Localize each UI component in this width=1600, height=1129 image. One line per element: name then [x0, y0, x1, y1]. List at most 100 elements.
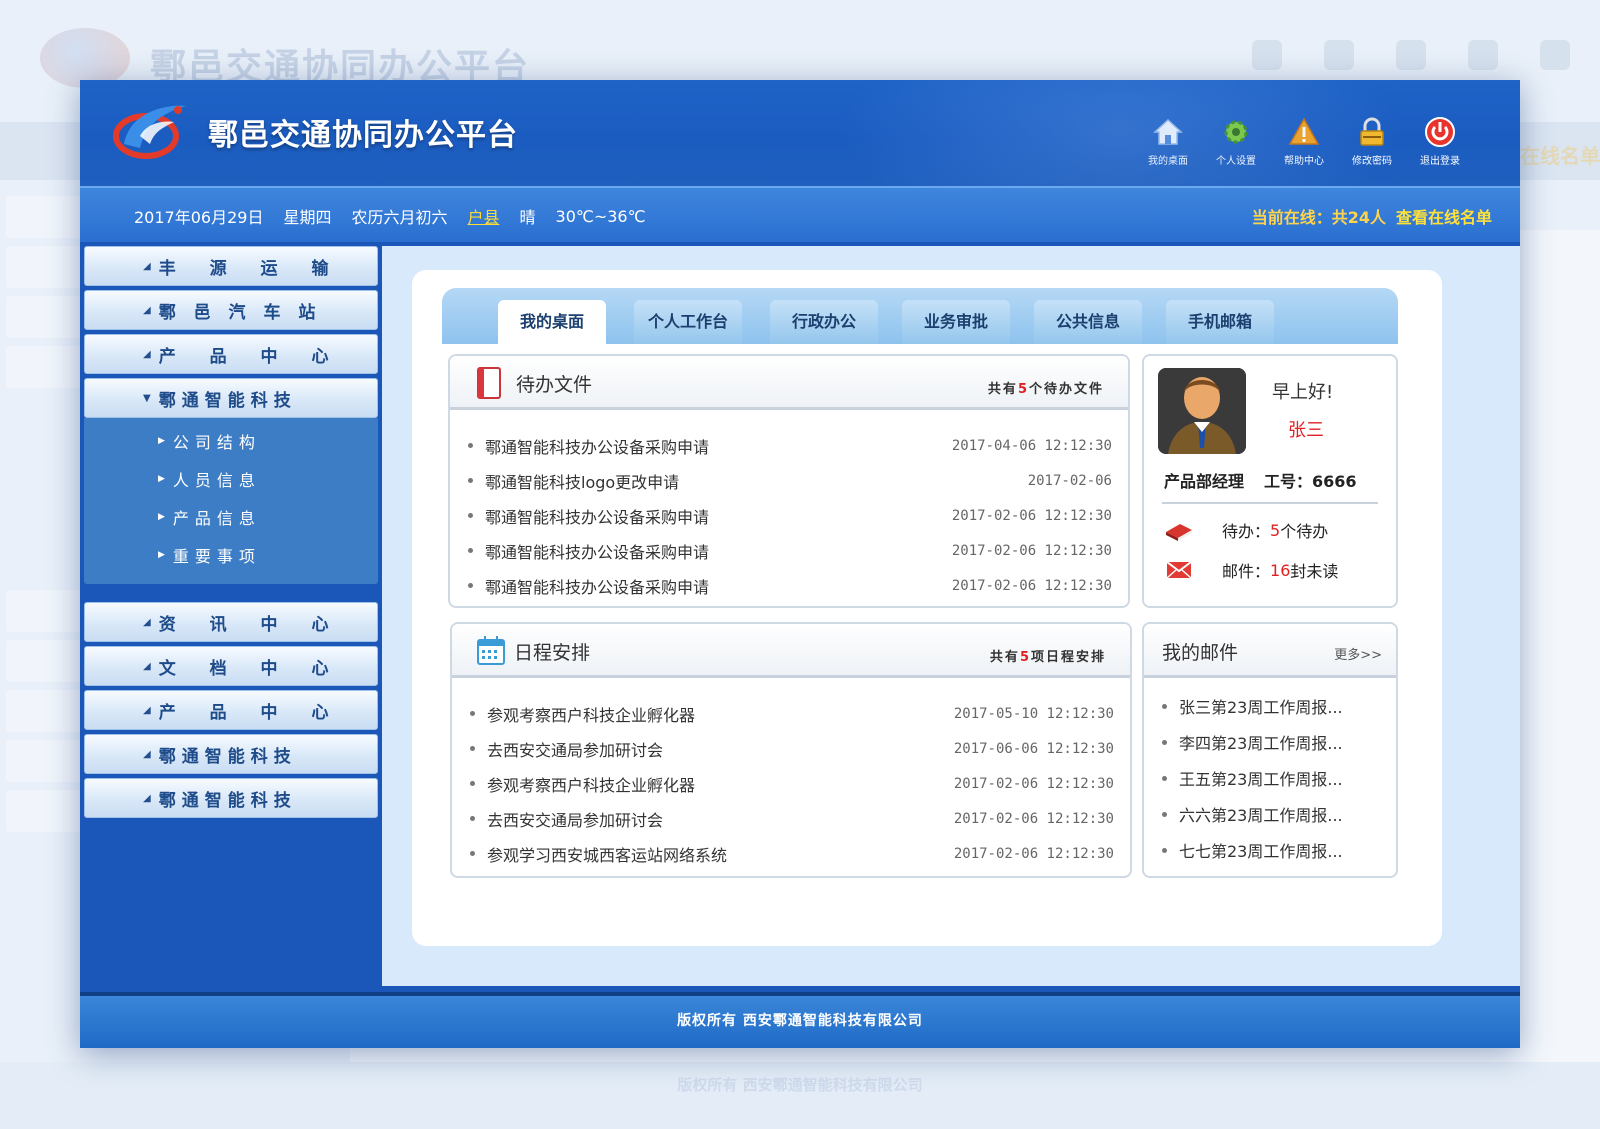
- lock-icon: [1360, 117, 1384, 146]
- schedule-item-time: 2017-06-06 12:12:30: [953, 740, 1114, 757]
- help-center-button[interactable]: 帮助中心: [1280, 116, 1328, 167]
- change-password-button[interactable]: 修改密码: [1348, 116, 1396, 167]
- weather-text: 晴: [519, 208, 536, 227]
- count-number: 5: [1019, 650, 1031, 665]
- my-desktop-button[interactable]: 我的桌面: [1144, 116, 1192, 167]
- sidebar-item-label: 鄠通智能科技: [158, 390, 297, 411]
- sidebar-item-huyi-station[interactable]: ◢ 鄠 邑 汽 车 站: [84, 290, 378, 330]
- sidebar: ◢ 丰 源 运 输 ◢ 鄠 邑 汽 车 站 ◢ 产 品 中 心 ▼ 鄠通智能科技 ▶ 公司…: [84, 246, 378, 822]
- list-item[interactable]: 鄠通智能科技办公设备采购申请 2017-02-06 12:12:30: [468, 533, 1112, 568]
- mail-panel-header: 我的邮件 更多>>: [1144, 624, 1396, 678]
- submenu-staff-info[interactable]: ▶ 人员信息: [84, 460, 378, 498]
- ghost-icons: [1252, 40, 1570, 70]
- list-item[interactable]: 参观考察西户科技企业孵化器 2017-02-06 12:12:30: [470, 766, 1114, 801]
- sidebar-item-product-center-2[interactable]: ◢ 产 品 中 心: [84, 690, 378, 730]
- bullet-icon: [470, 746, 475, 751]
- sidebar-item-document-center[interactable]: ◢ 文 档 中 心: [84, 646, 378, 686]
- caret-right-icon: ▶: [158, 512, 165, 522]
- list-item[interactable]: 鄠通智能科技logo更改申请 2017-02-06: [468, 463, 1112, 498]
- todo-item-text[interactable]: 鄠通智能科技办公设备采购申请: [485, 574, 952, 598]
- gear-icon: [1224, 120, 1248, 144]
- app-title: 鄠邑交通协同办公平台: [208, 118, 518, 153]
- tab-mobile-mail[interactable]: 手机邮箱: [1166, 300, 1274, 344]
- mail-item-text[interactable]: 七七第23周工作周报...: [1179, 838, 1380, 862]
- list-item[interactable]: 鄠通智能科技办公设备采购申请 2017-02-06 12:12:30: [468, 568, 1112, 603]
- count-suffix: 个待办文件: [1028, 382, 1104, 397]
- ghost-logo: [40, 28, 130, 88]
- todo-item-text[interactable]: 鄠通智能科技logo更改申请: [485, 469, 1028, 493]
- ghost-side: [6, 590, 86, 632]
- mail-item-text[interactable]: 张三第23周工作周报...: [1179, 694, 1380, 718]
- submenu-important-items[interactable]: ▶ 重要事项: [84, 536, 378, 574]
- list-item[interactable]: 鄠通智能科技办公设备采购申请 2017-04-06 12:12:30: [468, 428, 1112, 463]
- sidebar-item-label: 丰 源 运 输: [158, 258, 343, 279]
- tab-personal-workbench[interactable]: 个人工作台: [634, 300, 742, 344]
- tabs-bar: 我的桌面 个人工作台 行政办公 业务审批 公共信息 手机邮箱: [442, 288, 1398, 344]
- todo-item-text[interactable]: 鄠通智能科技办公设备采购申请: [485, 434, 952, 458]
- mail-stat-unit: 封未读: [1290, 562, 1339, 581]
- personal-settings-button[interactable]: 个人设置: [1212, 116, 1260, 167]
- sidebar-item-news-center[interactable]: ◢ 资 讯 中 心: [84, 602, 378, 642]
- ghost-side: [6, 196, 86, 238]
- triangle-icon: ◢: [143, 660, 151, 672]
- schedule-item-text[interactable]: 参观考察西户科技企业孵化器: [487, 772, 954, 796]
- mail-more-link[interactable]: 更多>>: [1334, 644, 1382, 663]
- todo-item-text[interactable]: 鄠通智能科技办公设备采购申请: [485, 504, 952, 528]
- app-logo-icon: [113, 105, 186, 159]
- lunar-date-text: 农历六月初六: [351, 208, 448, 227]
- tab-administration[interactable]: 行政办公: [770, 300, 878, 344]
- triangle-icon: ◢: [143, 260, 151, 272]
- bullet-icon: [470, 851, 475, 856]
- tab-my-desktop[interactable]: 我的桌面: [498, 300, 606, 344]
- tab-public-info[interactable]: 公共信息: [1034, 300, 1142, 344]
- list-item[interactable]: 张三第23周工作周报...: [1162, 688, 1380, 724]
- todo-item-time: 2017-02-06 12:12:30: [951, 542, 1112, 559]
- list-item[interactable]: 鄠通智能科技办公设备采购申请 2017-02-06 12:12:30: [468, 498, 1112, 533]
- ghost-side: [6, 640, 86, 682]
- list-item[interactable]: 去西安交通局参加研讨会 2017-02-06 12:12:30: [470, 801, 1114, 836]
- personal-settings-label: 个人设置: [1216, 156, 1256, 167]
- list-item[interactable]: 李四第23周工作周报...: [1162, 724, 1380, 760]
- sidebar-item-hutong-tech-2[interactable]: ◢ 鄠通智能科技: [84, 734, 378, 774]
- list-item[interactable]: 七七第23周工作周报...: [1162, 832, 1380, 868]
- bullet-icon: [1162, 703, 1167, 709]
- mail-stat[interactable]: 邮件： 16 封未读: [1164, 558, 1338, 582]
- date-text: 2017年06月29日: [134, 208, 264, 227]
- list-item[interactable]: 六六第23周工作周报...: [1162, 796, 1380, 832]
- mail-item-text[interactable]: 王五第23周工作周报...: [1179, 766, 1380, 790]
- submenu-product-info[interactable]: ▶ 产品信息: [84, 498, 378, 536]
- triangle-icon: ◢: [143, 748, 151, 760]
- weather-city-link[interactable]: 户县: [467, 204, 499, 228]
- sidebar-item-product-center[interactable]: ◢ 产 品 中 心: [84, 334, 378, 374]
- logout-button[interactable]: 退出登录: [1416, 116, 1464, 167]
- list-item[interactable]: 参观考察西户科技企业孵化器 2017-05-10 12:12:30: [470, 696, 1114, 731]
- bullet-icon: [468, 548, 473, 553]
- list-item[interactable]: 参观学习西安城西客运站网络系统 2017-02-06 12:12:30: [470, 836, 1114, 871]
- my-desktop-label: 我的桌面: [1148, 156, 1188, 167]
- sidebar-item-hutong-tech-3[interactable]: ◢ 鄠通智能科技: [84, 778, 378, 818]
- sidebar-item-hutong-tech[interactable]: ▼ 鄠通智能科技: [84, 378, 378, 418]
- user-job-number: 工号：6666: [1264, 472, 1357, 491]
- todo-panel: 待办文件 共有5个待办文件 鄠通智能科技办公设备采购申请 2017-04-06 1…: [448, 354, 1130, 608]
- triangle-icon: ◢: [143, 792, 151, 804]
- schedule-item-text[interactable]: 参观考察西户科技企业孵化器: [487, 702, 954, 726]
- list-item[interactable]: 王五第23周工作周报...: [1162, 760, 1380, 796]
- schedule-item-text[interactable]: 参观学习西安城西客运站网络系统: [487, 842, 954, 866]
- ghost-side: [6, 246, 86, 288]
- online-list-link[interactable]: 查看在线名单: [1396, 204, 1492, 228]
- submenu-company-structure[interactable]: ▶ 公司结构: [84, 422, 378, 460]
- todo-stat[interactable]: 待办： 5 个待办: [1164, 518, 1328, 542]
- mail-item-text[interactable]: 李四第23周工作周报...: [1179, 730, 1380, 754]
- tab-business-approval[interactable]: 业务审批: [902, 300, 1010, 344]
- book-stack-icon: [1166, 524, 1192, 541]
- ghost-side: [6, 296, 86, 338]
- weekday-text: 星期四: [283, 208, 332, 227]
- list-item[interactable]: 去西安交通局参加研讨会 2017-06-06 12:12:30: [470, 731, 1114, 766]
- schedule-item-text[interactable]: 去西安交通局参加研讨会: [487, 807, 954, 831]
- mail-item-text[interactable]: 六六第23周工作周报...: [1179, 802, 1380, 826]
- todo-item-text[interactable]: 鄠通智能科技办公设备采购申请: [485, 539, 952, 563]
- sidebar-item-fengyuan[interactable]: ◢ 丰 源 运 输: [84, 246, 378, 286]
- todo-item-time: 2017-02-06 12:12:30: [951, 507, 1112, 524]
- schedule-item-text[interactable]: 去西安交通局参加研讨会: [487, 737, 954, 761]
- ghost-side: [6, 790, 86, 832]
